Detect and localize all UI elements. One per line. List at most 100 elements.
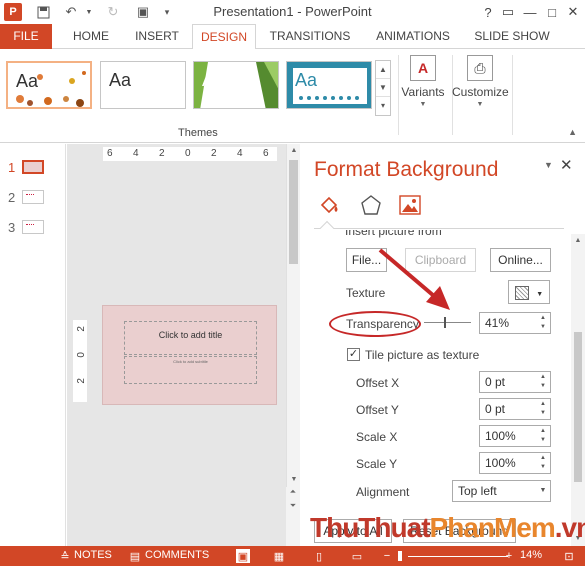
comments-button[interactable]: COMMENTS bbox=[145, 549, 209, 561]
ribbon-display-icon[interactable]: ▭ bbox=[498, 2, 518, 22]
editor-scrollbar[interactable]: ▲ ▼ bbox=[286, 144, 300, 487]
slide-number: 3 bbox=[8, 220, 16, 235]
variants-icon: A bbox=[410, 55, 436, 81]
scroll-up-icon[interactable]: ▲ bbox=[571, 234, 585, 248]
scale-y-spinner[interactable]: 100% ▲ ▼ bbox=[479, 452, 551, 474]
theme-sample-text: Aa bbox=[295, 70, 318, 90]
alignment-label: Alignment bbox=[356, 485, 410, 499]
ruler-tick: 2 bbox=[159, 148, 165, 159]
spinner-arrows-icon[interactable]: ▲ ▼ bbox=[538, 400, 548, 418]
transparency-value: 41% bbox=[485, 316, 510, 330]
online-button[interactable]: Online... bbox=[490, 248, 551, 272]
spinner-arrows-icon[interactable]: ▲ ▼ bbox=[538, 373, 548, 391]
spinner-arrows-icon[interactable]: ▲ ▼ bbox=[538, 427, 548, 445]
watermark-part: ThuThuat bbox=[310, 512, 431, 543]
theme-thumbnail-2[interactable]: Aa bbox=[100, 61, 186, 109]
gallery-more-icon[interactable]: ▾ bbox=[376, 97, 390, 115]
notes-icon[interactable]: ≙ bbox=[58, 549, 72, 563]
normal-view-icon[interactable]: ▣ bbox=[236, 549, 250, 563]
help-icon[interactable]: ? bbox=[478, 2, 498, 22]
pane-scrollbar[interactable]: ▲ ▼ bbox=[571, 234, 585, 546]
scroll-thumb[interactable] bbox=[574, 332, 582, 482]
picture-icon[interactable] bbox=[397, 192, 423, 218]
ruler-tick: 6 bbox=[263, 148, 269, 159]
theme-thumbnail-3[interactable]: Aa bbox=[193, 61, 279, 109]
variants-button[interactable]: A Variants ▼ bbox=[398, 55, 448, 115]
tab-insert[interactable]: INSERT bbox=[128, 24, 186, 49]
maximize-icon[interactable]: □ bbox=[542, 2, 562, 22]
chevron-down-icon: ▼ bbox=[476, 101, 484, 108]
gallery-down-icon[interactable]: ▼ bbox=[376, 79, 390, 97]
scale-y-label: Scale Y bbox=[356, 457, 398, 471]
scroll-up-icon[interactable]: ▲ bbox=[287, 144, 301, 158]
theme-sample-text: Aa bbox=[109, 70, 132, 90]
spinner-arrows-icon[interactable]: ▲ ▼ bbox=[538, 454, 548, 472]
scale-y-value: 100% bbox=[485, 456, 516, 470]
next-slide-icon[interactable]: ⏷ bbox=[286, 501, 300, 515]
slide-canvas[interactable]: Click to add title Click to add subtitle bbox=[102, 305, 277, 405]
zoom-out-icon[interactable]: − bbox=[380, 549, 394, 563]
close-icon[interactable]: ✕ bbox=[560, 156, 573, 174]
transparency-spinner[interactable]: 41% ▲ ▼ bbox=[479, 312, 551, 334]
slide-thumbnail-1[interactable]: 1 bbox=[8, 158, 58, 178]
slide-sorter-icon[interactable]: ▦ bbox=[272, 549, 286, 563]
tab-file[interactable]: FILE bbox=[0, 24, 52, 49]
notes-button[interactable]: NOTES bbox=[74, 549, 112, 561]
theme-thumbnail-1[interactable]: Aa bbox=[6, 61, 92, 109]
alignment-dropdown[interactable]: Top left ▼ bbox=[452, 480, 551, 502]
scale-x-spinner[interactable]: 100% ▲ ▼ bbox=[479, 425, 551, 447]
scroll-thumb[interactable] bbox=[289, 160, 298, 264]
offset-y-spinner[interactable]: 0 pt ▲ ▼ bbox=[479, 398, 551, 420]
gallery-up-icon[interactable]: ▲ bbox=[376, 61, 390, 79]
theme-thumbnail-4[interactable]: Aa bbox=[286, 61, 372, 109]
ribbon-tabs: FILE HOME INSERT DESIGN TRANSITIONS ANIM… bbox=[0, 24, 585, 50]
offset-x-spinner[interactable]: 0 pt ▲ ▼ bbox=[479, 371, 551, 393]
zoom-slider-handle[interactable] bbox=[398, 551, 402, 561]
zoom-slider-track[interactable] bbox=[408, 556, 508, 557]
fit-slide-icon[interactable]: ⊡ bbox=[562, 549, 576, 563]
title-placeholder[interactable]: Click to add title bbox=[124, 321, 257, 355]
status-bar: ≙ NOTES ▤ COMMENTS ▣ ▦ ▯ ▭ − + 14% ⊡ bbox=[0, 546, 585, 566]
effects-icon[interactable] bbox=[358, 192, 384, 218]
tile-checkbox[interactable]: ✓ bbox=[347, 348, 360, 361]
slide-number: 2 bbox=[8, 190, 16, 205]
fill-icon[interactable] bbox=[317, 192, 343, 218]
watermark-part: .vn bbox=[554, 512, 585, 543]
subtitle-placeholder[interactable]: Click to add subtitle bbox=[124, 356, 257, 384]
texture-picker[interactable]: ▼ bbox=[508, 280, 550, 304]
previous-slide-icon[interactable]: ⏶ bbox=[286, 487, 300, 501]
ribbon: Aa Aa Aa Aa ▲ ▼ ▾ Themes A Variants ▼ ⎙ … bbox=[0, 49, 585, 143]
spinner-arrows-icon[interactable]: ▲ ▼ bbox=[538, 314, 548, 332]
zoom-level[interactable]: 14% bbox=[520, 549, 542, 561]
format-background-pane: Format Background ▼ ✕ Insert picture fro… bbox=[301, 144, 585, 546]
tab-transitions[interactable]: TRANSITIONS bbox=[264, 24, 356, 49]
insert-picture-label: Insert picture from bbox=[345, 230, 442, 238]
reading-view-icon[interactable]: ▯ bbox=[312, 549, 326, 563]
collapse-ribbon-icon[interactable]: ▲ bbox=[568, 127, 577, 137]
slide-show-icon[interactable]: ▭ bbox=[350, 549, 364, 563]
zoom-in-icon[interactable]: + bbox=[502, 549, 516, 563]
close-window-icon[interactable]: ✕ bbox=[563, 2, 583, 22]
offset-y-value: 0 pt bbox=[485, 402, 506, 416]
tab-design[interactable]: DESIGN bbox=[192, 24, 256, 50]
ruler-tick: 0 bbox=[185, 148, 191, 159]
minimize-icon[interactable]: — bbox=[520, 2, 540, 22]
title-bar: P ↶ ▼ ↻ ▣ ▾ Presentation1 - PowerPoint ?… bbox=[0, 0, 585, 24]
transparency-slider-track[interactable] bbox=[424, 322, 471, 323]
comments-icon[interactable]: ▤ bbox=[128, 549, 142, 563]
scroll-down-icon[interactable]: ▼ bbox=[287, 473, 301, 487]
slide-thumbnail-2[interactable]: 2 bbox=[8, 188, 58, 208]
themes-group-label: Themes bbox=[178, 127, 218, 139]
tab-slide-show[interactable]: SLIDE SHOW bbox=[470, 24, 554, 49]
slide-thumbnail-3[interactable]: 3 bbox=[8, 218, 58, 238]
themes-gallery-scroll[interactable]: ▲ ▼ ▾ bbox=[375, 60, 391, 116]
variants-label: Variants bbox=[401, 85, 445, 99]
offset-x-label: Offset X bbox=[356, 376, 400, 390]
slide-preview bbox=[22, 190, 44, 204]
customize-button[interactable]: ⎙ Customize ▼ bbox=[452, 55, 509, 115]
tab-animations[interactable]: ANIMATIONS bbox=[368, 24, 458, 49]
ruler-tick: 2 bbox=[76, 326, 87, 332]
tab-home[interactable]: HOME bbox=[66, 24, 116, 49]
texture-icon bbox=[514, 285, 529, 300]
pane-options-icon[interactable]: ▼ bbox=[544, 160, 553, 170]
